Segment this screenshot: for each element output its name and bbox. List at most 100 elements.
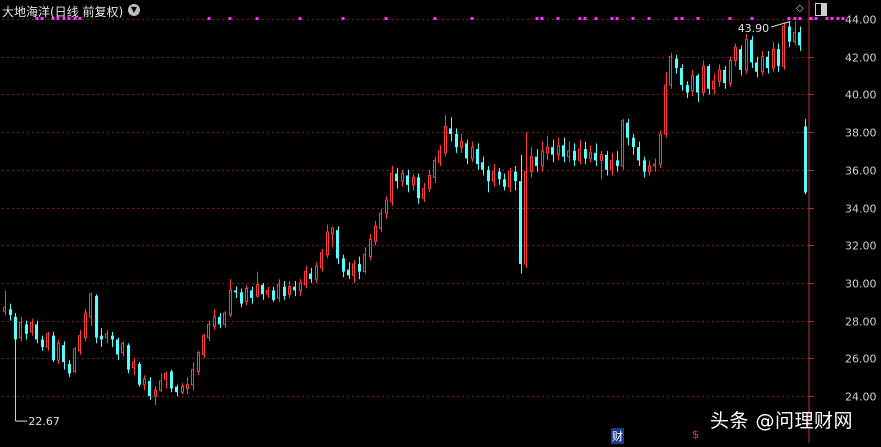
signal-marker (836, 17, 840, 20)
candle-body-up (428, 174, 431, 190)
candle-body-up (30, 321, 33, 333)
chevron-down-icon[interactable]: ▼ (128, 4, 140, 16)
candle-body-up (223, 312, 226, 325)
watermark: 头条 @问理财网 (710, 410, 854, 432)
candle-body-down (594, 152, 597, 161)
signal-marker (255, 17, 259, 20)
candle-body-up (557, 144, 560, 156)
signal-marker (793, 17, 797, 20)
candle-body-down (455, 133, 458, 148)
candle-body-down (616, 160, 619, 167)
candle-body-up (745, 39, 748, 71)
signal-marker (830, 17, 834, 20)
candle-body-up (121, 342, 124, 354)
signal-marker (674, 17, 678, 20)
finance-badge[interactable]: 财 (611, 428, 624, 444)
candle-body-up (659, 133, 662, 165)
candle-body-up (530, 156, 533, 173)
candle-body-up (46, 333, 49, 348)
candle-body-down (138, 363, 141, 385)
y-tick-label: 30.00 (845, 278, 877, 291)
candle-body-up (578, 148, 581, 161)
candle-body-up (401, 173, 404, 182)
candle-body-up (154, 389, 157, 397)
candle-body-up (78, 335, 81, 352)
candle-body-up (669, 56, 672, 86)
signal-marker (841, 17, 845, 20)
candle-body-down (127, 345, 130, 370)
signal-marker (540, 17, 544, 20)
candle-body-up (369, 239, 372, 258)
candle-body-down (52, 335, 55, 361)
candle-body-up (541, 150, 544, 167)
candle-body-up (19, 321, 22, 339)
candle-body-up (57, 342, 60, 361)
kline-chart[interactable]: 24.00 26.00 28.00 30.00 32.00 34.00 36.00 38.00… (0, 0, 881, 444)
signal-marker (556, 17, 560, 20)
candle-body-up (718, 69, 721, 82)
candle-body-up (589, 152, 592, 159)
candle-body-down (766, 56, 769, 69)
candle-body-up (379, 212, 382, 229)
signal-marker (298, 17, 302, 20)
candle-body-up (734, 46, 737, 61)
y-tick-label: 28.00 (845, 316, 877, 329)
candle-body-up (202, 335, 205, 356)
candle-body-up (164, 372, 167, 380)
y-tick-label: 34.00 (845, 203, 877, 216)
candle-body-up (73, 348, 76, 372)
candle-body-down (739, 49, 742, 70)
candle-body-up (277, 284, 280, 299)
candle-body-up (444, 125, 447, 154)
y-tick-label: 36.00 (845, 165, 877, 178)
diamond-icon[interactable]: ◇ (796, 3, 804, 14)
y-tick-label: 44.00 (845, 14, 877, 27)
candle-body-down (686, 84, 689, 93)
candle-body-down (696, 75, 699, 93)
signal-marker (535, 17, 539, 20)
candle-body-up (390, 173, 393, 203)
candle-body-down (170, 371, 173, 389)
candle-body-down (116, 339, 119, 355)
candles (3, 20, 807, 422)
candle-body-up (600, 154, 603, 161)
candle-body-down (148, 380, 151, 396)
candle-body-down (465, 143, 468, 159)
candle-body-up (3, 306, 6, 312)
high-price-label: 43.90 (738, 22, 770, 35)
candle-body-down (519, 181, 522, 265)
dollar-badge[interactable]: $ (692, 428, 699, 441)
candle-body-up (197, 352, 200, 372)
candle-body-up (256, 284, 259, 297)
candle-body-up (664, 84, 667, 135)
candle-body-up (621, 120, 624, 167)
candle-body-down (514, 171, 517, 182)
y-tick-label: 24.00 (845, 391, 877, 404)
candle-body-up (89, 293, 92, 318)
candle-body-up (772, 48, 775, 69)
grid-lines (2, 19, 809, 397)
candle-body-down (755, 62, 758, 72)
candle-body-up (245, 288, 248, 303)
signal-marker (809, 17, 813, 20)
candle-body-up (213, 316, 216, 327)
candle-body-down (680, 68, 683, 85)
candle-body-up (729, 59, 732, 84)
candle-body-down (358, 264, 361, 272)
candle-body-up (712, 80, 715, 90)
candle-body-down (605, 154, 608, 170)
signal-marker (680, 17, 684, 20)
candle-body-up (492, 171, 495, 182)
signal-marker (207, 17, 211, 20)
candle-body-down (675, 58, 678, 69)
candle-body-up (691, 75, 694, 92)
candle-body-up (191, 369, 194, 386)
candle-body-down (406, 175, 409, 185)
candle-body-down (336, 230, 339, 259)
candle-body-up (352, 263, 355, 276)
signal-marker (696, 17, 700, 20)
candle-body-down (283, 286, 286, 297)
panel-toggle-icon[interactable] (815, 3, 827, 16)
candle-body-down (14, 316, 17, 340)
candle-body-up (363, 254, 366, 273)
